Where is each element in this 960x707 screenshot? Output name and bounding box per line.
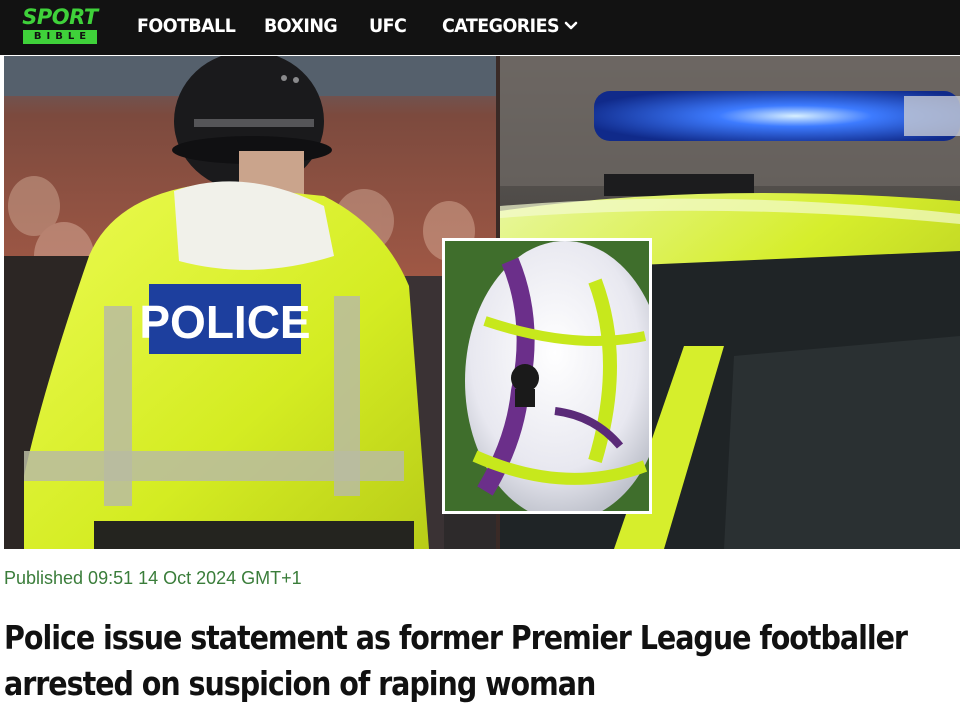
site-header: SPORT BIBLE FOOTBALL BOXING UFC CATEGORI… xyxy=(0,0,960,55)
nav-item-ufc[interactable]: UFC xyxy=(369,0,407,55)
vest-police-text: POLICE xyxy=(139,296,310,348)
nav-item-football[interactable]: FOOTBALL xyxy=(137,0,236,55)
headline-line-2: arrested on suspicion of raping woman xyxy=(4,664,596,703)
sportbible-logo[interactable]: SPORT BIBLE xyxy=(22,6,98,44)
hero-illustration: POLICE xyxy=(4,56,960,549)
logo-word-bible: BIBLE xyxy=(23,30,97,44)
nav-item-categories[interactable]: CATEGORIES xyxy=(442,0,560,55)
logo-word-sport: SPORT xyxy=(22,5,98,29)
chevron-down-icon[interactable] xyxy=(563,18,579,34)
nav-item-boxing[interactable]: BOXING xyxy=(264,0,338,55)
hero-image: POLICE xyxy=(4,56,960,549)
article-headline[interactable]: Police issue statement as former Premier… xyxy=(4,615,908,707)
headline-line-1: Police issue statement as former Premier… xyxy=(4,618,908,657)
published-timestamp: Published 09:51 14 Oct 2024 GMT+1 xyxy=(4,568,302,588)
